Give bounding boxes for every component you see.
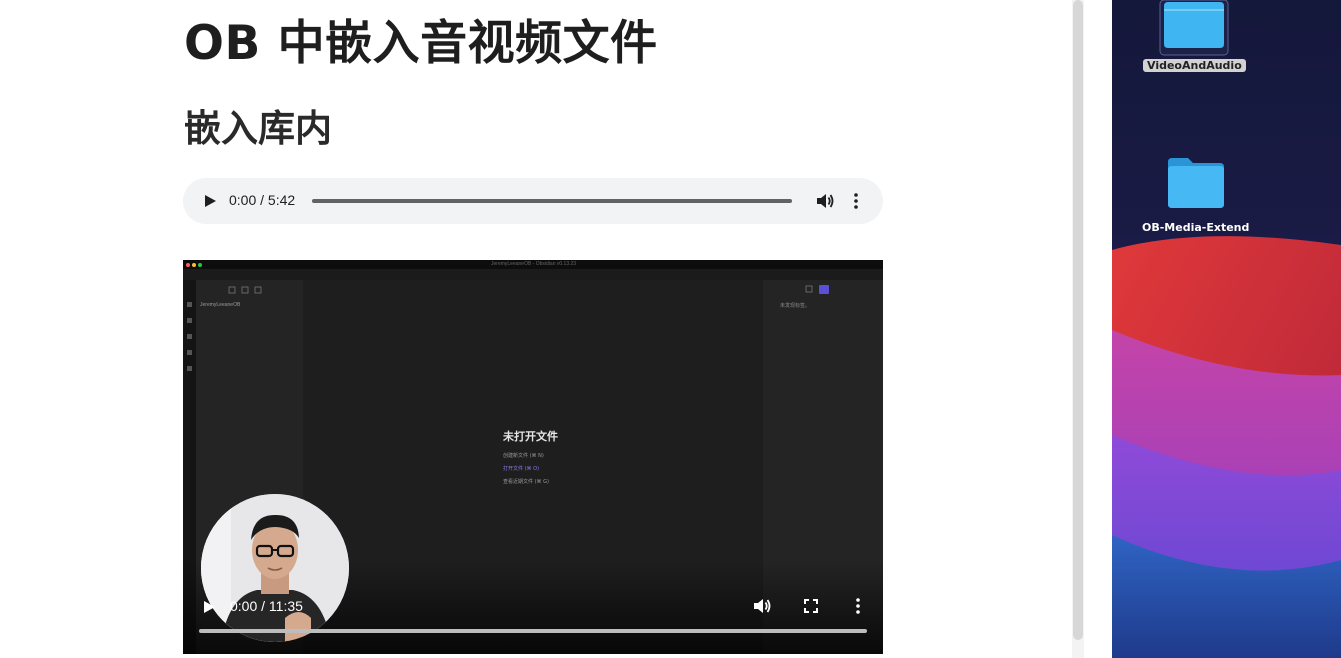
video-window-title: JeremyLeeaneOB - Obsidian v0.13.23 [491, 261, 577, 267]
empty-state-title: 未打开文件 [503, 430, 558, 443]
scrollbar-thumb[interactable] [1073, 0, 1083, 640]
empty-state-open-link: 打开文件 (⌘ O) [503, 466, 540, 472]
note-heading: 嵌入库内 [184, 107, 332, 150]
video-window-titlebar: JeremyLeeaneOB - Obsidian v0.13.23 [183, 260, 883, 269]
window-minimize-dot [192, 263, 196, 267]
webcam-overlay [201, 494, 349, 642]
audio-progress-bar[interactable] [312, 199, 792, 203]
video-progress-bar[interactable] [199, 629, 867, 633]
play-icon[interactable] [203, 194, 217, 208]
vault-name: JeremyLeeaneOB [200, 302, 241, 308]
note-scrollbar[interactable] [1072, 0, 1084, 658]
video-more-options-icon[interactable] [851, 597, 865, 615]
fullscreen-icon[interactable] [804, 599, 818, 613]
presenter-image [201, 494, 349, 642]
empty-state-create-link: 创建新文件 (⌘ N) [503, 453, 544, 459]
video-tab-bar [183, 269, 883, 280]
audio-player: 0:00 / 5:42 [183, 178, 883, 224]
video-time: 0:00 / 11:35 [230, 598, 303, 614]
window-zoom-dot [198, 263, 202, 267]
tags-empty-text: 未发现标签。 [780, 303, 811, 309]
desktop-folder-videoandaudio[interactable] [1158, 0, 1230, 56]
desktop-folder-ob-media-extend[interactable] [1164, 154, 1228, 212]
volume-icon[interactable] [815, 192, 835, 210]
folder-label-ob-media-extend: OB-Media-Extend [1142, 221, 1250, 234]
folder-label-videoandaudio: VideoAndAudio [1143, 59, 1246, 72]
desktop-wallpaper [1112, 0, 1341, 658]
explorer-toolbar-icons [228, 286, 262, 294]
note-title: OB 中嵌入音视频文件 [184, 16, 658, 71]
desktop: VideoAndAudio OB-Media-Extend [1112, 0, 1341, 658]
folder-icon [1159, 0, 1229, 56]
pane-gap [1084, 0, 1112, 658]
empty-state-recent-link: 查看近期文件 (⌘ G) [503, 479, 549, 485]
video-play-icon[interactable] [202, 600, 216, 614]
folder-icon [1168, 158, 1224, 208]
video-volume-icon[interactable] [752, 597, 772, 615]
sidebar-toolbar-icons [805, 285, 829, 294]
audio-time: 0:00 / 5:42 [229, 192, 296, 208]
more-options-icon[interactable] [849, 192, 863, 210]
video-player[interactable]: JeremyLeeaneOB - Obsidian v0.13.23 Jerem… [183, 260, 883, 654]
window-close-dot [186, 263, 190, 267]
note-view: OB 中嵌入音视频文件 嵌入库内 0:00 / 5:42 JeremyLeean… [0, 0, 1072, 658]
